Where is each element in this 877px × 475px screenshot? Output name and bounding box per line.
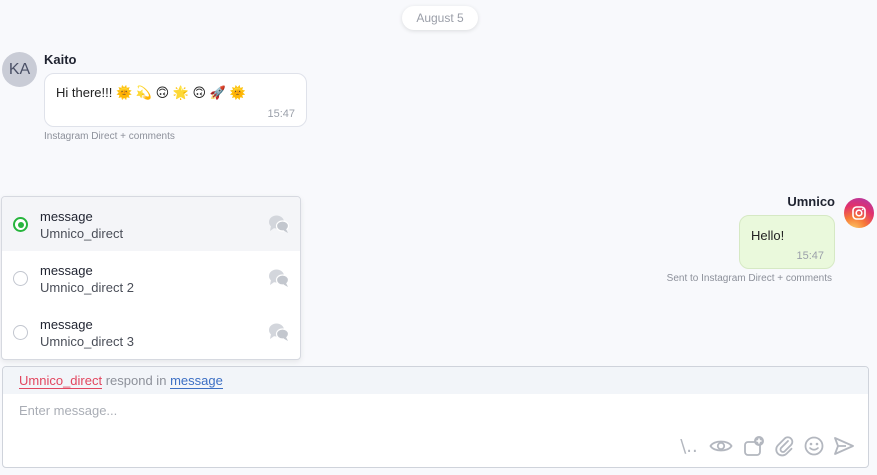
channel-option-type: message [40,209,93,224]
date-divider: August 5 [402,6,478,30]
templates-icon[interactable]: \.. [679,435,699,457]
outgoing-message-time: 15:47 [796,250,824,262]
message-composer: Umnico_direct respond in message \.. [2,366,869,468]
incoming-message-time: 15:47 [267,108,295,120]
channel-option-type: message [40,263,93,278]
message-input[interactable] [19,403,659,418]
incoming-message-text: Hi there!!! 🌞 💫 🙃 🌟 🙃 🚀 🌞 [56,85,246,100]
respond-channel-link[interactable]: message [170,373,223,389]
channel-option[interactable]: message Umnico_direct [2,197,300,251]
emoji-icon[interactable] [803,435,825,457]
channel-option-name: Umnico_direct [40,226,124,241]
incoming-channel-note: Instagram Direct + comments [44,131,175,142]
send-icon[interactable] [833,435,855,457]
instagram-icon [844,198,874,228]
channel-select-dropdown: message Umnico_direct message Umnico_dir… [1,196,301,360]
outgoing-message-text: Hello! [751,228,785,243]
incoming-message-bubble: Hi there!!! 🌞 💫 🙃 🌟 🙃 🚀 🌞 15:47 [44,73,307,127]
chat-bubbles-icon [268,214,290,234]
radio-unselected-icon[interactable] [13,271,28,286]
respond-in-text: respond in [105,373,167,388]
paperclip-icon[interactable] [773,435,795,457]
respond-account-link[interactable]: Umnico_direct [19,373,103,389]
outgoing-sender-name: Umnico [787,194,835,209]
radio-unselected-icon[interactable] [13,325,28,340]
eye-icon[interactable] [709,435,733,457]
add-product-icon[interactable] [742,435,766,457]
channel-option-name: Umnico_direct 3 [40,334,134,349]
chat-bubbles-icon [268,322,290,342]
channel-option[interactable]: message Umnico_direct 3 [2,305,300,359]
respond-in-line: Umnico_direct respond in message [3,367,868,394]
incoming-sender-name: Kaito [44,52,77,67]
chat-bubbles-icon [268,268,290,288]
outgoing-message-bubble: Hello! 15:47 [739,215,835,269]
channel-option-type: message [40,317,93,332]
radio-selected-icon[interactable] [13,217,28,232]
outgoing-channel-note: Sent to Instagram Direct + comments [666,273,832,284]
channel-option[interactable]: message Umnico_direct 2 [2,251,300,305]
channel-option-name: Umnico_direct 2 [40,280,134,295]
contact-avatar[interactable]: KA [2,52,37,87]
